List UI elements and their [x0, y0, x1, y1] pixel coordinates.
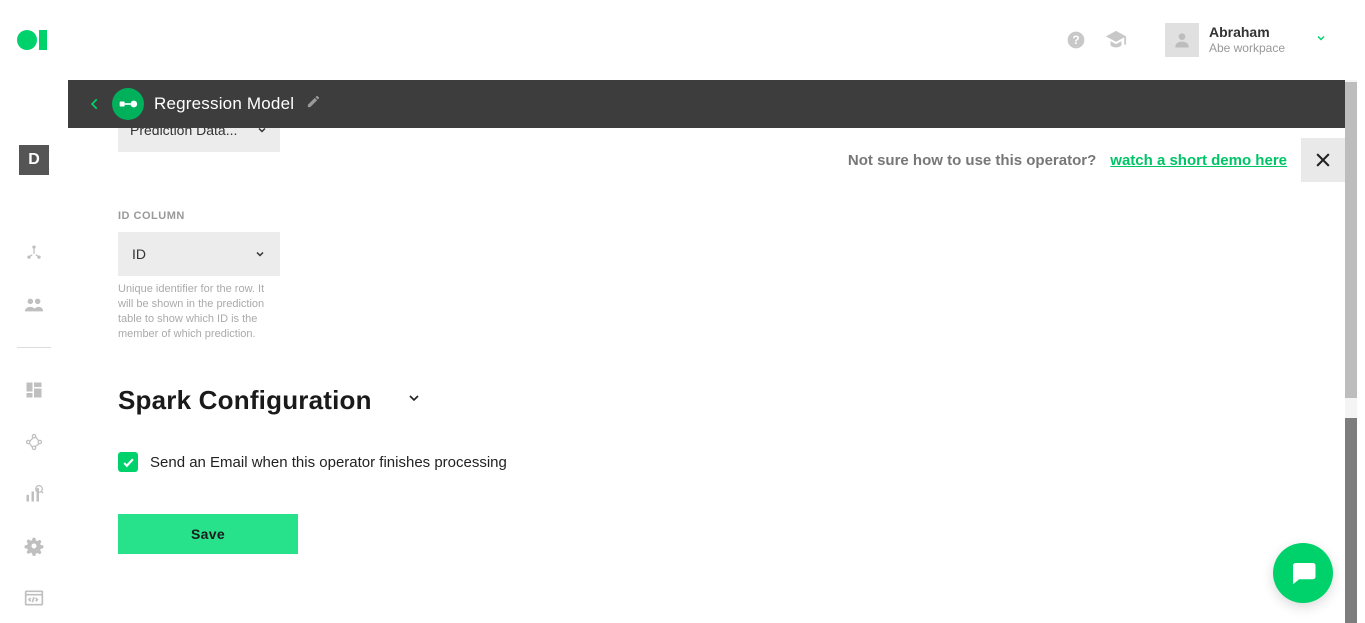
nav-users-icon[interactable]	[20, 291, 48, 319]
main-content: Not sure how to use this operator? watch…	[68, 128, 1345, 623]
save-button[interactable]: Save	[118, 514, 298, 554]
edit-title-icon[interactable]	[306, 94, 321, 114]
user-name: Abraham	[1209, 24, 1285, 41]
nav-sources-icon[interactable]	[20, 239, 48, 267]
prediction-data-value: Prediction Data...	[130, 128, 237, 138]
svg-text:?: ?	[1072, 34, 1079, 47]
id-column-dropdown[interactable]: ID	[118, 232, 280, 276]
spark-config-section-toggle[interactable]: Spark Configuration	[118, 385, 1295, 416]
hint-text: Not sure how to use this operator?	[848, 152, 1096, 169]
email-notify-checkbox[interactable]	[118, 452, 138, 472]
academy-icon[interactable]	[1105, 29, 1127, 51]
nav-divider	[17, 347, 51, 348]
user-workspace: Abe workpace	[1209, 41, 1285, 55]
help-icon[interactable]: ?	[1065, 29, 1087, 51]
chevron-down-icon	[1315, 31, 1327, 49]
scrollbar-thumb-lower[interactable]	[1345, 418, 1357, 623]
chevron-down-icon	[256, 128, 268, 136]
project-badge[interactable]: D	[19, 145, 49, 175]
nav-analytics-icon[interactable]	[20, 480, 48, 508]
operator-node-icon	[112, 88, 144, 120]
avatar	[1165, 23, 1199, 57]
left-sidebar: D	[0, 80, 68, 623]
nav-settings-icon[interactable]	[20, 532, 48, 560]
spark-config-title: Spark Configuration	[118, 385, 372, 416]
nav-graph-icon[interactable]	[20, 428, 48, 456]
email-notify-label: Send an Email when this operator finishe…	[150, 454, 507, 471]
chevron-down-icon	[254, 248, 266, 260]
prediction-data-dropdown[interactable]: Prediction Data...	[118, 128, 280, 152]
chevron-down-icon	[406, 390, 422, 411]
nav-code-icon[interactable]	[20, 584, 48, 612]
top-header: ? Abraham Abe workpace	[0, 0, 1365, 80]
operator-title: Regression Model	[154, 94, 294, 114]
id-column-helper: Unique identifier for the row. It will b…	[118, 282, 280, 341]
hint-demo-link[interactable]: watch a short demo here	[1110, 152, 1287, 169]
back-button[interactable]	[80, 89, 110, 119]
brand-logo[interactable]	[16, 22, 52, 58]
id-column-label: ID COLUMN	[118, 210, 1295, 222]
close-hint-button[interactable]	[1301, 138, 1345, 182]
scrollbar-thumb[interactable]	[1345, 82, 1357, 398]
scrollbar-track[interactable]	[1345, 80, 1357, 623]
editor-header: Regression Model	[68, 80, 1345, 128]
id-column-value: ID	[132, 246, 146, 262]
nav-dashboard-icon[interactable]	[20, 376, 48, 404]
chat-support-button[interactable]	[1273, 543, 1333, 603]
user-menu[interactable]: Abraham Abe workpace	[1145, 23, 1327, 57]
